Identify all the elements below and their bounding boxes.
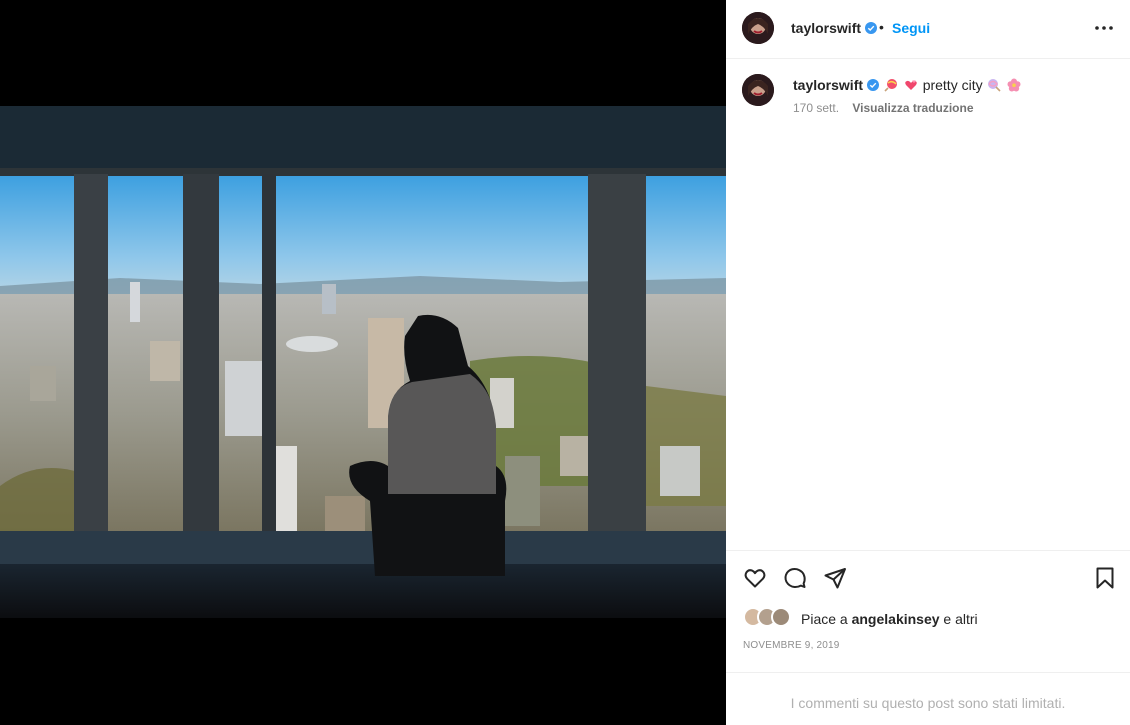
liker-avatar <box>771 607 791 627</box>
translate-link[interactable]: Visualizza traduzione <box>852 101 973 115</box>
post-media-panel <box>0 0 726 725</box>
username-link[interactable]: taylorswift <box>791 20 878 36</box>
paper-plane-icon[interactable] <box>823 566 847 590</box>
cherry-blossom-emoji <box>1007 78 1021 92</box>
caption-avatar[interactable] <box>742 74 774 106</box>
follow-button[interactable]: Segui <box>892 20 930 36</box>
likes-prefix: Piace a <box>801 611 852 627</box>
post-actions: Piace a angelakinsey e altri NOVEMBRE 9,… <box>726 550 1130 725</box>
comments-limited-text: I commenti su questo post sono stati lim… <box>790 695 1066 711</box>
post-header: taylorswift • Segui <box>726 0 1130 59</box>
likes-summary: Piace a angelakinsey e altri <box>801 611 978 627</box>
profile-avatar[interactable] <box>742 12 774 44</box>
post-date: NOVEMBRE 9, 2019 <box>743 640 840 651</box>
separator-dot: • <box>879 19 884 35</box>
comments-limited-bar: I commenti su questo post sono stati lim… <box>726 672 1130 725</box>
post-time-ago: 170 sett. <box>793 101 840 115</box>
caption-line: taylorswift pretty city <box>793 77 1022 93</box>
lollipop-emoji <box>884 79 897 92</box>
heart-icon[interactable] <box>743 566 767 590</box>
username-text: taylorswift <box>791 20 862 36</box>
lollipop-emoji <box>988 79 1002 92</box>
bookmark-icon[interactable] <box>1093 566 1117 590</box>
more-horizontal-icon[interactable] <box>1093 18 1115 38</box>
post-photo[interactable] <box>0 106 726 618</box>
likes-suffix[interactable]: e altri <box>940 611 977 627</box>
verified-badge-icon <box>867 79 880 91</box>
likes-username[interactable]: angelakinsey <box>852 611 940 627</box>
post-side-panel: taylorswift • Segui taylorswift pretty c… <box>726 0 1130 725</box>
two-hearts-emoji <box>904 80 917 90</box>
verified-badge-icon <box>865 22 878 34</box>
caption-username[interactable]: taylorswift <box>793 77 863 93</box>
caption-meta: 170 sett. Visualizza traduzione <box>793 101 974 115</box>
caption-text: pretty city <box>922 77 983 93</box>
comment-icon[interactable] <box>783 566 807 590</box>
